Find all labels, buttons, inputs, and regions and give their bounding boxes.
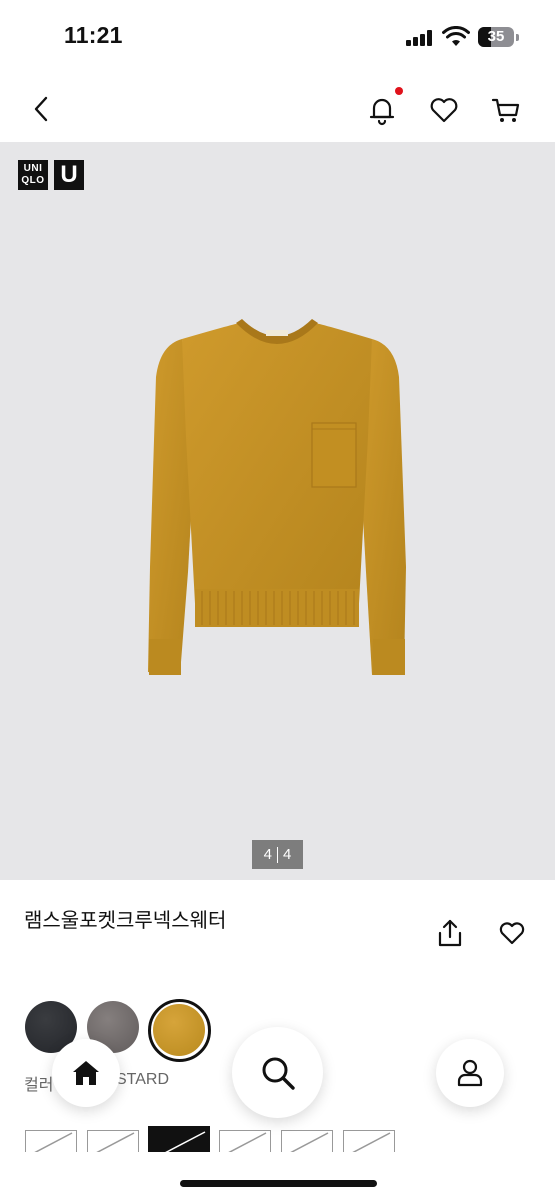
cellular-signal-icon (406, 30, 434, 46)
wifi-icon (442, 26, 470, 46)
size-option[interactable] (87, 1130, 139, 1152)
heart-icon[interactable] (428, 94, 460, 126)
color-swatch-mustard[interactable] (153, 1004, 205, 1056)
status-time: 11:21 (64, 22, 123, 48)
share-icon[interactable] (436, 918, 464, 948)
size-option[interactable] (343, 1130, 395, 1152)
product-image-carousel[interactable]: UNI QLO U 4 4 (0, 142, 555, 880)
home-icon (73, 1061, 99, 1085)
battery-icon: 35 (478, 27, 514, 47)
search-icon (262, 1057, 295, 1090)
page-total: 4 (283, 846, 292, 863)
status-bar: 11:21 35 (0, 0, 555, 72)
size-option[interactable] (25, 1130, 77, 1152)
u-line-logo: U (54, 160, 84, 190)
cart-icon[interactable] (490, 94, 522, 126)
selected-color-name: STARD (116, 1071, 170, 1088)
page-current: 4 (263, 846, 272, 863)
user-icon (457, 1059, 483, 1087)
size-option[interactable] (281, 1130, 333, 1152)
uniqlo-logo: UNI QLO (18, 160, 48, 190)
color-label-text: 컬러 (24, 1077, 54, 1094)
home-button[interactable] (52, 1039, 120, 1107)
search-button[interactable] (232, 1027, 323, 1118)
size-option[interactable] (219, 1130, 271, 1152)
image-page-indicator: 4 4 (252, 840, 303, 869)
color-label: 컬러 STARD (24, 1071, 169, 1095)
wishlist-heart-icon[interactable] (498, 920, 526, 946)
notification-badge (395, 87, 403, 95)
nav-bar (0, 72, 555, 142)
product-title: 램스울포켓크루넥스웨터 (24, 910, 227, 932)
account-button[interactable] (436, 1039, 504, 1107)
bell-icon[interactable] (366, 94, 398, 126)
chevron-left-icon[interactable] (28, 94, 56, 124)
sweater-product-image (148, 319, 406, 675)
size-option-selected[interactable] (148, 1126, 210, 1152)
home-indicator (180, 1180, 377, 1187)
battery-level: 35 (487, 28, 505, 45)
